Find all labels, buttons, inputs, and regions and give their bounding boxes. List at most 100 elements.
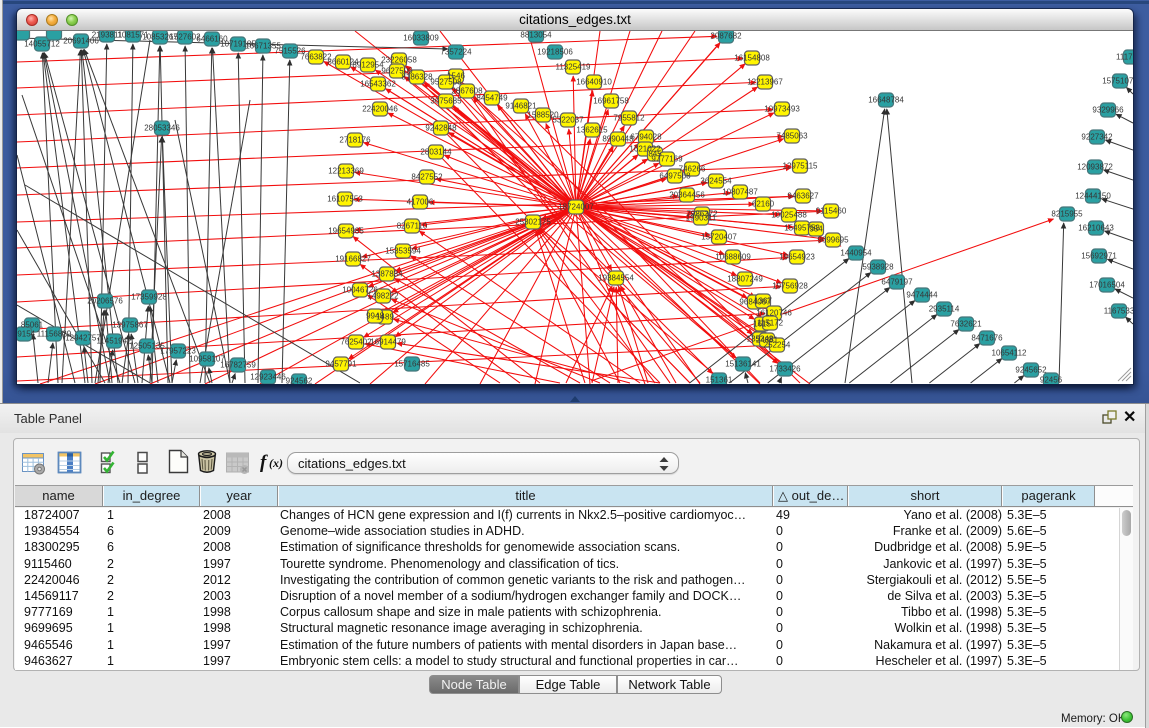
svg-text:14055712: 14055712 [24, 40, 60, 49]
svg-text:19654985: 19654985 [328, 227, 364, 236]
svg-text:8267110: 8267110 [397, 222, 428, 231]
svg-text:12213967: 12213967 [747, 78, 783, 87]
svg-text:12975115: 12975115 [783, 162, 819, 171]
svg-text:1990311: 1990311 [686, 214, 717, 223]
svg-text:10807487: 10807487 [722, 188, 758, 197]
svg-text:10973493: 10973493 [764, 105, 800, 114]
svg-text:19166827: 19166827 [335, 255, 371, 264]
svg-text:1387834: 1387834 [371, 270, 403, 279]
svg-text:1367: 1367 [754, 297, 772, 306]
svg-text:6497568: 6497568 [659, 172, 691, 181]
svg-text:22420046: 22420046 [362, 105, 398, 114]
svg-text:1167533: 1167533 [1104, 307, 1133, 316]
svg-text:16154808: 16154808 [734, 54, 770, 63]
svg-text:6479197: 6479197 [881, 278, 913, 287]
svg-text:92456: 92456 [1040, 376, 1063, 385]
svg-text:10654112: 10654112 [992, 349, 1028, 358]
svg-text:16648784: 16648784 [868, 96, 904, 105]
svg-text:8813054: 8813054 [520, 31, 552, 40]
svg-text:8990448: 8990448 [602, 135, 634, 144]
svg-text:25302175: 25302175 [515, 218, 551, 227]
svg-text:9948: 9948 [366, 312, 384, 321]
svg-text:15720407: 15720407 [701, 233, 737, 242]
svg-text:62160: 62160 [752, 200, 775, 209]
svg-text:7485063: 7485063 [776, 132, 808, 141]
svg-text:3675685: 3675685 [430, 97, 462, 106]
svg-text:5322037: 5322037 [552, 116, 584, 125]
svg-text:11325419: 11325419 [556, 63, 592, 72]
svg-text:17016504: 17016504 [1089, 281, 1125, 290]
svg-text:10046726: 10046726 [342, 286, 378, 295]
svg-text:252254: 252254 [764, 341, 791, 350]
svg-text:15353594: 15353594 [385, 247, 421, 256]
svg-text:1733426: 1733426 [769, 365, 801, 374]
svg-text:12213369: 12213369 [328, 167, 364, 176]
svg-text:12093872: 12093872 [1077, 163, 1113, 172]
svg-text:16210643: 16210643 [1078, 224, 1114, 233]
svg-text:16120746: 16120746 [756, 309, 792, 318]
svg-text:16961758: 16961758 [593, 97, 629, 106]
svg-text:9474444: 9474444 [906, 291, 938, 300]
svg-text:9527508: 9527508 [430, 78, 462, 87]
svg-text:39154: 39154 [17, 330, 36, 339]
svg-text:2935114: 2935114 [929, 305, 960, 314]
svg-text:12923446: 12923446 [250, 373, 286, 382]
svg-text:8427552: 8427552 [411, 173, 443, 182]
svg-text:12444150: 12444150 [1075, 192, 1111, 201]
svg-text:19384554: 19384554 [598, 274, 634, 283]
svg-text:18807249: 18807249 [727, 275, 763, 284]
svg-text:f: f [260, 452, 268, 473]
svg-text:8454749: 8454749 [476, 94, 508, 103]
svg-text:9329966: 9329966 [1092, 106, 1124, 115]
svg-text:16782759: 16782759 [220, 361, 256, 370]
svg-text:7357224: 7357224 [440, 48, 472, 57]
svg-text:2718176: 2718176 [339, 136, 371, 145]
svg-text:10688609: 10688609 [715, 253, 751, 262]
svg-text:9227342: 9227342 [1081, 133, 1113, 142]
svg-text:151361: 151361 [706, 376, 733, 385]
svg-text:85061: 85061 [21, 321, 44, 330]
svg-text:9115460: 9115460 [816, 207, 847, 216]
svg-text:3624554: 3624554 [700, 177, 732, 186]
svg-text:28053346: 28053346 [144, 124, 180, 133]
svg-text:9245652: 9245652 [1015, 366, 1047, 375]
svg-text:954: 954 [809, 225, 823, 234]
svg-text:19756928: 19756928 [772, 282, 808, 291]
svg-text:2803144: 2803144 [420, 148, 452, 157]
svg-text:16543362: 16543362 [360, 80, 396, 89]
svg-text:8471676: 8471676 [971, 334, 1003, 343]
svg-text:1440954: 1440954 [840, 249, 872, 258]
svg-text:17359928: 17359928 [131, 293, 167, 302]
svg-text:6794028: 6794028 [630, 133, 662, 142]
svg-text:9457791: 9457791 [325, 360, 357, 369]
svg-text:7632621: 7632621 [950, 320, 982, 329]
svg-text:9242848: 9242848 [425, 124, 457, 133]
svg-text:18724007: 18724007 [558, 203, 594, 212]
svg-text:9146821: 9146821 [505, 102, 537, 111]
svg-text:7625402: 7625402 [340, 338, 372, 347]
svg-text:924562: 924562 [286, 377, 313, 385]
svg-text:417006: 417006 [407, 198, 434, 207]
svg-text:15136141: 15136141 [725, 360, 761, 369]
svg-text:(x): (x) [269, 456, 283, 470]
svg-text:1362615: 1362615 [576, 126, 608, 135]
svg-text:20364456: 20364456 [669, 191, 705, 200]
svg-text:8912954: 8912954 [352, 61, 384, 70]
svg-text:15716485: 15716485 [394, 360, 430, 369]
svg-text:115172: 115172 [757, 319, 784, 328]
svg-text:10025488: 10025488 [771, 211, 807, 220]
svg-text:13975867: 13975867 [112, 321, 148, 330]
svg-text:16914479: 16914479 [370, 338, 406, 347]
svg-text:11451942: 11451942 [97, 337, 133, 346]
svg-text:9463627: 9463627 [787, 192, 819, 201]
svg-text:16107553: 16107553 [327, 195, 363, 204]
svg-text:8215955: 8215955 [1051, 210, 1083, 219]
svg-text:8186328: 8186328 [401, 73, 433, 82]
svg-text:20206576: 20206576 [87, 297, 123, 306]
svg-text:16033809: 16033809 [403, 34, 439, 43]
svg-text:16640910: 16640910 [576, 78, 612, 87]
svg-text:15751074: 15751074 [1102, 77, 1133, 86]
svg-text:9699695: 9699695 [817, 236, 849, 245]
svg-text:19218506: 19218506 [537, 48, 573, 57]
svg-text:9777169: 9777169 [651, 155, 683, 164]
